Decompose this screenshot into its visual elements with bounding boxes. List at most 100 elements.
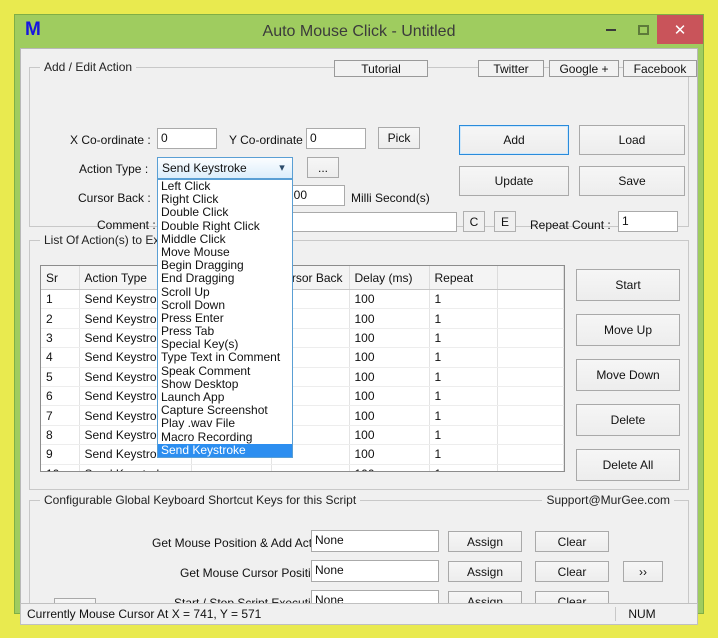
cell-delay: 100: [349, 425, 430, 446]
x-coordinate-label: X Co-ordinate :: [70, 133, 151, 147]
y-coordinate-input[interactable]: 0: [306, 128, 366, 149]
table-row[interactable]: 3 Send Keystroke 100 1: [41, 328, 564, 349]
status-bar: Currently Mouse Cursor At X = 741, Y = 5…: [20, 603, 698, 625]
action-type-label: Action Type :: [79, 162, 149, 176]
tutorial-button[interactable]: Tutorial: [334, 60, 428, 77]
table-row[interactable]: 9 Send Keystroke 100 1: [41, 444, 564, 465]
action-type-option[interactable]: Double Right Click: [158, 220, 292, 233]
comment-label: Comment :: [97, 218, 156, 232]
table-row[interactable]: 2 Send Keystroke 100 1: [41, 308, 564, 329]
google-plus-button[interactable]: Google +: [549, 60, 619, 77]
minimize-button[interactable]: [597, 15, 625, 44]
cell-sr: 10: [41, 464, 80, 471]
load-button[interactable]: Load: [579, 125, 685, 155]
action-type-option[interactable]: Show Desktop: [158, 378, 292, 391]
move-down-button[interactable]: Move Down: [576, 359, 680, 391]
cell-sr: 9: [41, 444, 80, 465]
update-button[interactable]: Update: [459, 166, 569, 196]
clear-button-cursor-position[interactable]: Clear: [535, 561, 609, 582]
cell-filler: [497, 464, 564, 471]
x-coordinate-input[interactable]: 0: [157, 128, 217, 149]
action-type-option[interactable]: Special Key(s): [158, 338, 292, 351]
table-row[interactable]: 7 Send Keystroke 100 1: [41, 405, 564, 426]
start-button[interactable]: Start: [576, 269, 680, 301]
cell-repeat: 1: [429, 464, 498, 471]
action-type-option[interactable]: Scroll Down: [158, 299, 292, 312]
move-up-button[interactable]: Move Up: [576, 314, 680, 346]
cell-filler: [497, 367, 564, 387]
table-row[interactable]: 10Send Keystroke 1001: [41, 464, 564, 471]
action-type-option[interactable]: Middle Click: [158, 233, 292, 246]
add-button[interactable]: Add: [459, 125, 569, 155]
cell-delay: 100: [349, 367, 430, 387]
col-header-sr[interactable]: Sr: [41, 266, 80, 290]
action-list-table-container[interactable]: Sr Action Type Cursor Back Delay (ms) Re…: [40, 265, 565, 472]
action-list-group: List Of Action(s) to Execute Sr Action T…: [29, 233, 689, 490]
shortcut-input-add-action[interactable]: None: [311, 530, 439, 552]
shortcut-input-cursor-position[interactable]: None: [311, 560, 439, 582]
assign-button-add-action[interactable]: Assign: [448, 531, 522, 552]
table-body: 1 Send Keystroke 100 1 2 Send Keystroke 100 1 3 S…: [41, 289, 564, 471]
col-header-repeat[interactable]: Repeat: [429, 266, 498, 290]
action-type-option[interactable]: Double Click: [158, 206, 292, 219]
save-button[interactable]: Save: [579, 166, 685, 196]
y-coordinate-label: Y Co-ordinate :: [229, 133, 310, 147]
action-type-option[interactable]: Right Click: [158, 193, 292, 206]
shortcut-label-cursor-position: Get Mouse Cursor Position :: [180, 566, 331, 580]
table-row[interactable]: 1 Send Keystroke 100 1: [41, 289, 564, 310]
action-type-option[interactable]: Capture Screenshot: [158, 404, 292, 417]
delete-button[interactable]: Delete: [576, 404, 680, 436]
shortcut-label-add-action: Get Mouse Position & Add Action :: [152, 536, 335, 550]
pick-button[interactable]: Pick: [378, 127, 420, 149]
more-options-button[interactable]: ››: [623, 561, 663, 582]
action-type-option[interactable]: Move Mouse: [158, 246, 292, 259]
delete-all-button[interactable]: Delete All: [576, 449, 680, 481]
action-type-option[interactable]: Press Enter: [158, 312, 292, 325]
action-type-option[interactable]: Send Keystroke: [158, 443, 292, 457]
clear-button-add-action[interactable]: Clear: [535, 531, 609, 552]
minimize-icon: [606, 28, 616, 31]
action-type-options-button[interactable]: ...: [307, 157, 339, 178]
action-type-option[interactable]: Type Text in Comment: [158, 351, 292, 364]
action-type-option[interactable]: Macro Recording: [158, 431, 292, 444]
cell-delay: 100: [349, 347, 430, 368]
table-row[interactable]: 6 Send Keystroke 100 1: [41, 386, 564, 407]
cell-filler: [497, 308, 564, 329]
action-type-dropdown-list[interactable]: Left Click Right Click Double Click Double …: [157, 179, 293, 458]
action-type-option[interactable]: Scroll Up: [158, 286, 292, 299]
table-row[interactable]: 5 Send Keystroke 100 1: [41, 367, 564, 387]
action-type-option[interactable]: Begin Dragging: [158, 259, 292, 272]
table-row[interactable]: 8 Send Keystroke 100 1: [41, 425, 564, 446]
action-type-option[interactable]: Speak Comment: [158, 365, 292, 378]
maximize-button[interactable]: [629, 15, 657, 44]
action-type-option[interactable]: Left Click: [158, 180, 292, 193]
cell-delay: 100: [349, 328, 430, 349]
facebook-button[interactable]: Facebook: [623, 60, 697, 77]
action-type-option[interactable]: Play .wav File: [158, 417, 292, 430]
cell-sr: 4: [41, 347, 80, 368]
repeat-count-input[interactable]: 1: [618, 211, 678, 232]
table-row[interactable]: 4 Send Keystroke 100 1: [41, 347, 564, 368]
milli-seconds-label: Milli Second(s): [351, 191, 430, 205]
action-type-combobox[interactable]: Send Keystroke ▾: [157, 157, 293, 179]
cell-filler: [497, 386, 564, 407]
twitter-button[interactable]: Twitter: [478, 60, 544, 77]
title-bar: M Auto Mouse Click - Untitled ✕: [15, 15, 703, 48]
action-type-option[interactable]: Launch App: [158, 391, 292, 404]
app-logo-icon: M: [25, 19, 41, 40]
cell-repeat: 1: [429, 328, 498, 349]
cell-repeat: 1: [429, 347, 498, 368]
cell-sr: 5: [41, 367, 80, 387]
action-type-option[interactable]: End Dragging: [158, 272, 292, 285]
cell-delay: 100: [349, 405, 430, 426]
action-type-option[interactable]: Press Tab: [158, 325, 292, 338]
action-type-value: Send Keystroke: [162, 161, 247, 175]
e-button[interactable]: E: [494, 211, 516, 232]
col-header-delay[interactable]: Delay (ms): [349, 266, 430, 290]
close-button[interactable]: ✕: [657, 15, 703, 44]
c-button[interactable]: C: [463, 211, 485, 232]
assign-button-cursor-position[interactable]: Assign: [448, 561, 522, 582]
cell-sr: 3: [41, 328, 80, 349]
cell-sr: 7: [41, 405, 80, 426]
status-message: Currently Mouse Cursor At X = 741, Y = 5…: [27, 607, 262, 621]
